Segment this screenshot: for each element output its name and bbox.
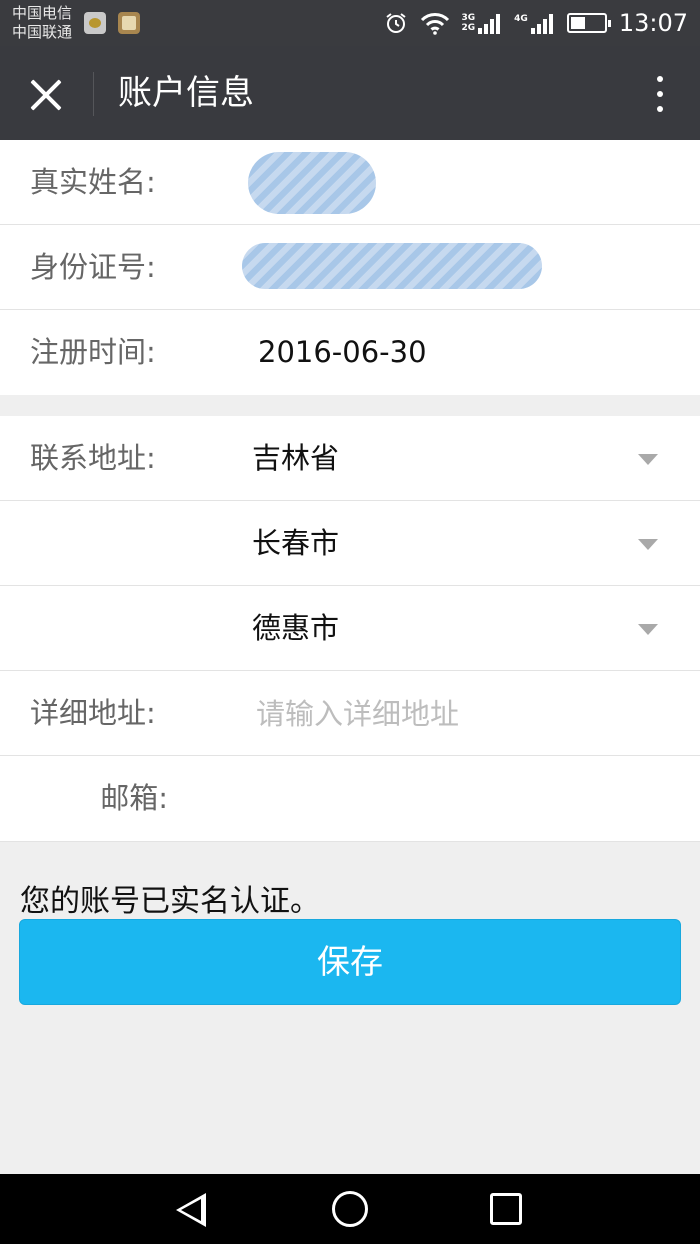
gallery-notification-icon (118, 12, 140, 34)
chevron-down-icon (638, 539, 658, 550)
city-select[interactable]: 长春市 (0, 501, 700, 586)
network-type-2: 4G (514, 14, 528, 24)
carrier-names: 中国电信 中国联通 (12, 4, 72, 42)
register-time-row: 注册时间: 2016-06-30 (0, 310, 700, 395)
real-name-row: 真实姓名: (0, 140, 700, 225)
more-dot-icon (657, 76, 663, 82)
detail-address-label: 详细地址: (30, 696, 156, 730)
chevron-down-icon (638, 454, 658, 465)
signal-2: 4G (514, 12, 555, 34)
redacted-name (248, 152, 376, 214)
detail-address-row: 详细地址: (0, 671, 700, 756)
alarm-icon (385, 13, 406, 33)
id-number-row: 身份证号: (0, 225, 700, 310)
more-dot-icon (657, 91, 663, 97)
province-value: 吉林省 (252, 441, 340, 475)
signal-bars-icon-2 (530, 12, 555, 34)
home-icon[interactable] (332, 1191, 368, 1227)
province-select[interactable]: 联系地址: 吉林省 (0, 416, 700, 501)
signal-1: 3G 2G (462, 12, 503, 34)
status-icons: 3G 2G 4G 13:07 (384, 0, 688, 46)
app-header: 账户信息 (0, 46, 700, 140)
register-time-label: 注册时间: (30, 335, 156, 369)
district-value: 德惠市 (252, 611, 340, 645)
close-button[interactable] (22, 71, 70, 119)
save-button[interactable]: 保存 (19, 919, 681, 1005)
redacted-id-number (242, 243, 542, 289)
signal-bars-icon (478, 12, 502, 34)
verification-status-text: 您的账号已实名认证。 (20, 884, 320, 919)
carrier-2: 中国联通 (12, 23, 73, 41)
detail-address-input[interactable] (256, 691, 676, 737)
chevron-down-icon (638, 624, 658, 635)
register-time-value: 2016-06-30 (258, 335, 427, 369)
more-dot-icon (657, 106, 663, 112)
district-select[interactable]: 德惠市 (0, 586, 700, 671)
address-section: 联系地址: 吉林省 长春市 德惠市 详细地址: 邮箱: (0, 416, 700, 842)
contact-address-label: 联系地址: (30, 441, 156, 475)
email-input[interactable] (256, 776, 676, 822)
notification-app-icon (84, 12, 106, 34)
status-time: 13:07 (618, 9, 688, 37)
wifi-icon (420, 13, 449, 35)
carrier-1: 中国电信 (12, 4, 73, 22)
header-divider (93, 72, 94, 116)
network-type-1-top: 3G (461, 13, 476, 23)
back-icon[interactable] (176, 1193, 206, 1227)
network-type-1-bottom: 2G (461, 23, 476, 33)
recent-apps-icon[interactable] (490, 1193, 522, 1225)
real-name-label: 真实姓名: (30, 165, 156, 199)
email-label: 邮箱: (100, 781, 168, 815)
city-value: 长春市 (252, 526, 340, 560)
id-number-label: 身份证号: (30, 250, 156, 284)
battery-icon (566, 13, 611, 33)
system-navigation-bar (0, 1174, 700, 1244)
page-title: 账户信息 (118, 73, 254, 113)
status-bar: 中国电信 中国联通 3G 2G 4G 13:07 (0, 0, 700, 46)
email-row: 邮箱: (0, 756, 700, 841)
more-menu-button[interactable] (650, 74, 670, 114)
personal-info-section: 真实姓名: 身份证号: 注册时间: 2016-06-30 (0, 140, 700, 395)
